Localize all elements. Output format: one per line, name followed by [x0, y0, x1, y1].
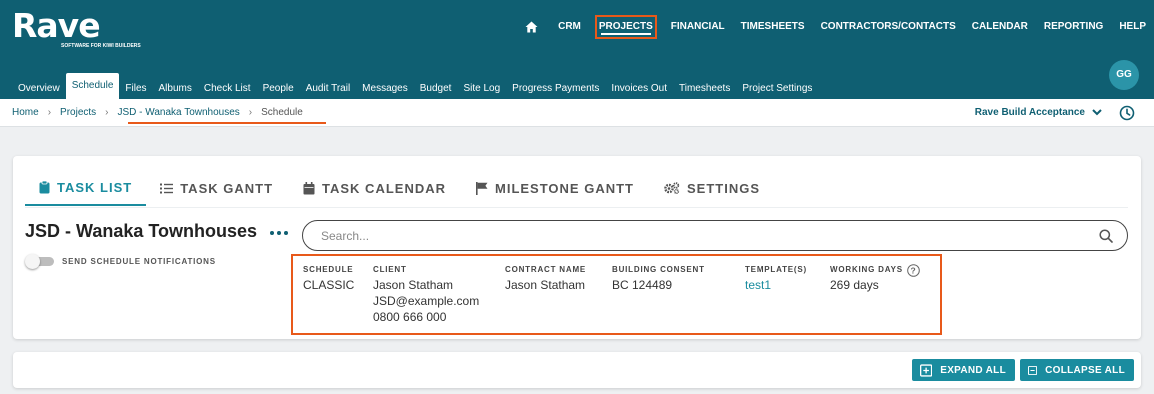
search-box [302, 220, 1128, 251]
detail-client: CLIENT Jason Statham JSD@example.com 080… [373, 263, 479, 325]
breadcrumb-bar: Home › Projects › JSD - Wanaka Townhouse… [0, 99, 1154, 127]
client-email: JSD@example.com [373, 294, 480, 308]
subnav-albums[interactable]: Albums [153, 78, 198, 99]
schedule-label: SCHEDULE [303, 265, 354, 274]
gears-icon [664, 182, 680, 194]
topnav-help[interactable]: HELP [1111, 15, 1154, 39]
home-icon[interactable] [523, 19, 539, 35]
top-navigation: CRM PROJECTS FINANCIAL TIMESHEETS CONTRA… [523, 15, 1154, 39]
search-icon[interactable] [1099, 228, 1113, 243]
topnav-timesheets[interactable]: TIMESHEETS [733, 15, 813, 39]
subnav-progress-payments[interactable]: Progress Payments [506, 78, 605, 99]
list-icon [160, 183, 174, 193]
notifications-toggle[interactable] [25, 254, 55, 269]
subnav-site-log[interactable]: Site Log [457, 78, 506, 99]
building-consent-value: BC 124489 [612, 278, 673, 292]
topnav-calendar[interactable]: CALENDAR [964, 15, 1036, 39]
breadcrumb-current: Schedule [261, 107, 303, 118]
expand-icon [920, 363, 933, 377]
project-title: JSD - Wanaka Townhouses [25, 221, 258, 241]
app-header: Rave SOFTWARE FOR KIWI BUILDERS CRM PROJ… [0, 0, 1154, 99]
templates-label: TEMPLATE(S) [745, 265, 807, 274]
svg-text:?: ? [910, 265, 916, 275]
building-consent-label: BUILDING CONSENT [612, 265, 705, 274]
schedule-details: SCHEDULE CLASSIC CLIENT Jason Statham JS… [291, 254, 942, 335]
breadcrumb-highlight [128, 122, 326, 124]
breadcrumb-separator: › [47, 107, 52, 118]
subnav-schedule[interactable]: Schedule [65, 73, 120, 99]
flag-icon [476, 181, 488, 195]
schedule-tabs: TASK LIST TASK GANTT TASK CALENDAR MILES… [25, 170, 788, 207]
client-phone: 0800 666 000 [373, 310, 447, 324]
detail-building-consent: BUILDING CONSENT BC 124489 [612, 263, 705, 293]
detail-templates: TEMPLATE(S) test1 [745, 263, 807, 293]
topnav-projects[interactable]: PROJECTS [594, 15, 657, 39]
topnav-financial[interactable]: FINANCIAL [663, 15, 733, 39]
subnav-overview[interactable]: Overview [12, 78, 66, 99]
clipboard-icon [39, 180, 50, 193]
breadcrumb-projects[interactable]: Projects [60, 107, 96, 118]
detail-contract-name: CONTRACT NAME Jason Statham [505, 263, 586, 293]
collapse-icon [1028, 365, 1038, 375]
logo-wordmark: Rave [12, 6, 101, 45]
contract-name-value: Jason Statham [505, 278, 586, 292]
tab-settings[interactable]: SETTINGS [662, 170, 762, 206]
user-avatar[interactable]: GG [1109, 60, 1139, 90]
subnav-files[interactable]: Files [119, 78, 152, 99]
collapse-all-button[interactable]: COLLAPSE ALL [1020, 359, 1134, 381]
contract-name-label: CONTRACT NAME [505, 265, 587, 274]
expand-all-button[interactable]: EXPAND ALL [912, 359, 1015, 381]
breadcrumb-separator: › [248, 107, 253, 118]
tab-milestone-gantt[interactable]: MILESTONE GANTT [474, 170, 636, 206]
search-input[interactable] [321, 228, 1099, 243]
client-label: CLIENT [373, 265, 407, 274]
tab-task-gantt[interactable]: TASK GANTT [158, 170, 275, 206]
breadcrumb-project[interactable]: JSD - Wanaka Townhouses [118, 107, 240, 118]
subnav-check-list[interactable]: Check List [198, 78, 257, 99]
topnav-reporting[interactable]: REPORTING [1036, 15, 1111, 39]
tab-task-list[interactable]: TASK LIST [25, 170, 147, 206]
calendar-icon [303, 181, 315, 194]
detail-working-days: WORKING DAYS ? 269 days [830, 263, 920, 293]
notifications-label: SEND SCHEDULE NOTIFICATIONS [62, 257, 216, 266]
project-switcher-label: Rave Build Acceptance [974, 107, 1085, 118]
toggle-knob [25, 254, 40, 269]
schedule-value: CLASSIC [303, 278, 355, 292]
breadcrumb-separator: › [105, 107, 109, 118]
breadcrumb-home[interactable]: Home [12, 107, 39, 118]
subnav-timesheets[interactable]: Timesheets [673, 78, 736, 99]
topnav-contractors-contacts[interactable]: CONTRACTORS/CONTACTS [813, 15, 964, 39]
tab-divider [25, 207, 1128, 208]
chevron-down-icon [1092, 109, 1102, 116]
working-days-label: WORKING DAYS ? [830, 263, 920, 277]
tab-task-calendar[interactable]: TASK CALENDAR [301, 170, 448, 206]
template-link[interactable]: test1 [745, 277, 807, 293]
subnav-messages[interactable]: Messages [356, 78, 414, 99]
subnav-budget[interactable]: Budget [414, 78, 458, 99]
working-days-value: 269 days [830, 278, 879, 292]
subnav-audit-trail[interactable]: Audit Trail [300, 78, 356, 99]
topnav-crm[interactable]: CRM [550, 15, 589, 39]
client-name: Jason Statham [373, 278, 454, 292]
more-options-icon[interactable] [270, 226, 288, 240]
help-icon[interactable]: ? [907, 263, 920, 277]
detail-schedule: SCHEDULE CLASSIC [303, 263, 354, 293]
project-subnav: Overview Schedule Files Albums Check Lis… [12, 73, 818, 99]
history-icon[interactable] [1119, 105, 1135, 121]
project-switcher[interactable]: Rave Build Acceptance [975, 99, 1102, 126]
subnav-project-settings[interactable]: Project Settings [736, 78, 818, 99]
subnav-people[interactable]: People [257, 78, 300, 99]
logo-tagline: SOFTWARE FOR KIWI BUILDERS [61, 43, 141, 49]
subnav-invoices-out[interactable]: Invoices Out [605, 78, 673, 99]
